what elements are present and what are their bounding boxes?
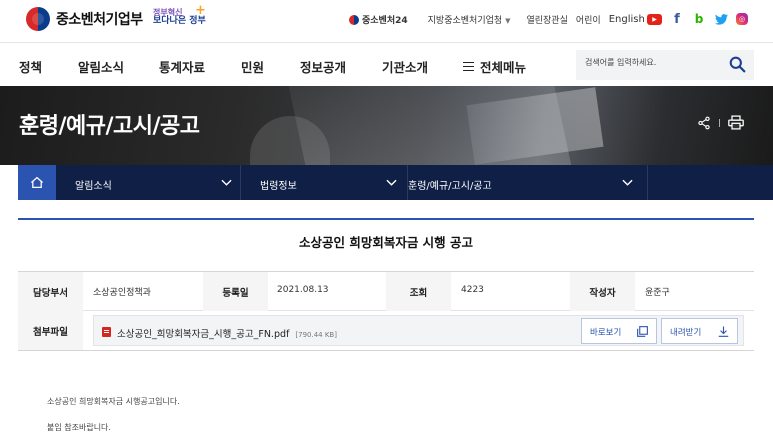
plus-icon: +: [195, 3, 206, 18]
body-paragraph: 소상공인 희망회복자금 시행공고입니다.: [47, 397, 180, 406]
global-navigation: 정책 알림소식 통계자료 민원 정보공개 기관소개 전체메뉴: [0, 42, 773, 86]
attachment-item: 소상공인_희망회복자금_시행_공고_FN.pdf [790.44 KB] 바로보…: [93, 315, 744, 346]
hamburger-icon: [463, 62, 474, 71]
regional-office-dropdown[interactable]: 지방중소벤처기업청 ▼: [428, 13, 511, 26]
chevron-down-icon: [386, 179, 397, 186]
board-top-line: [18, 218, 754, 220]
chevron-down-icon: [622, 179, 633, 186]
home-button[interactable]: [18, 165, 56, 200]
print-icon[interactable]: [728, 115, 744, 130]
dept-value: 소상공인정책과: [93, 288, 151, 298]
home-icon: [30, 176, 44, 189]
breadcrumb-navigation: 알림소식 법령정보 훈령/예규/고시/공고: [18, 165, 773, 200]
body-paragraph: 붙임 참조바랍니다.: [47, 423, 111, 432]
blog-icon[interactable]: b: [692, 12, 706, 26]
gnb-item-statistics[interactable]: 통계자료: [159, 57, 205, 76]
breadcrumb-level1-label: 알림소식: [75, 181, 112, 192]
author-value: 윤준구: [645, 288, 670, 298]
page-title: 훈령/예규/고시/공고: [19, 114, 200, 139]
open-office-link[interactable]: 열린장관실: [526, 13, 567, 26]
breadcrumb-level3-label: 훈령/예규/고시/공고: [408, 181, 492, 192]
date-label: 등록일: [203, 272, 268, 311]
open-window-icon: [637, 326, 648, 337]
caret-down-icon: ▼: [505, 17, 511, 25]
breadcrumb-level2-label: 법령정보: [260, 181, 297, 192]
attachment-label: 첨부파일: [18, 311, 83, 350]
ministry-logo[interactable]: 중소벤처기업부: [26, 7, 143, 31]
views-label: 조회: [386, 272, 451, 311]
share-icon[interactable]: [697, 116, 711, 130]
attachment-file-link[interactable]: 소상공인_희망회복자금_시행_공고_FN.pdf [790.44 KB]: [117, 326, 337, 340]
twitter-icon[interactable]: [714, 12, 728, 26]
tool-separator: [719, 118, 720, 127]
preview-button-label: 바로보기: [590, 328, 622, 338]
youtube-icon[interactable]: ▶: [647, 13, 662, 25]
all-menu-label: 전체메뉴: [480, 60, 527, 75]
breadcrumb-dropdown-level1[interactable]: 알림소식: [56, 165, 241, 200]
breadcrumb-dropdown-level2[interactable]: 법령정보: [241, 165, 408, 200]
english-link[interactable]: English: [609, 14, 645, 25]
brand24-link[interactable]: 중소벤처24: [349, 13, 408, 26]
download-button[interactable]: 내려받기: [661, 318, 738, 344]
taegeuk-small-icon: [349, 14, 359, 25]
government-innovation-slogan[interactable]: 정부혁신 보다나은 정부 +: [153, 3, 206, 26]
breadcrumb-dropdown-level3[interactable]: 훈령/예규/고시/공고: [408, 165, 648, 200]
attachment-row: 첨부파일 소상공인_희망회복자금_시행_공고_FN.pdf [790.44 KB…: [18, 311, 754, 351]
post-meta-row: 담당부서 소상공인정책과 등록일 2021.08.13 조회 4223 작성자 …: [18, 271, 754, 311]
sns-links: ▶ f b ◎: [647, 12, 748, 27]
author-label: 작성자: [570, 272, 635, 311]
regional-label: 지방중소벤처기업청: [427, 16, 503, 26]
gnb-item-civil-petition[interactable]: 민원: [241, 57, 264, 76]
page-visual-banner: 훈령/예규/고시/공고: [0, 86, 773, 165]
gnb-item-news[interactable]: 알림소식: [78, 57, 124, 76]
top-utility-bar: 중소벤처기업부 정부혁신 보다나은 정부 + 중소벤처24 지방중소벤처기업청 …: [0, 0, 773, 42]
download-button-label: 내려받기: [670, 328, 702, 338]
search-icon[interactable]: [729, 56, 746, 73]
gnb-item-about[interactable]: 기관소개: [382, 57, 428, 76]
gnb-item-policy[interactable]: 정책: [19, 57, 42, 76]
views-value: 4223: [461, 285, 484, 295]
search-box: [576, 50, 754, 80]
dept-label: 담당부서: [18, 272, 83, 311]
date-value: 2021.08.13: [277, 285, 329, 295]
taegeuk-emblem-icon: [26, 7, 50, 31]
instagram-icon[interactable]: ◎: [736, 13, 748, 25]
chevron-down-icon: [221, 179, 232, 186]
download-icon: [718, 326, 729, 337]
gnb-item-info-disclosure[interactable]: 정보공개: [300, 57, 346, 76]
attachment-file-name: 소상공인_희망회복자금_시행_공고_FN.pdf: [117, 329, 290, 340]
utility-links: 중소벤처24 지방중소벤처기업청 ▼ 열린장관실 어린이 English: [349, 13, 657, 26]
slogan-line2: 보다나은 정부: [153, 16, 206, 26]
page-tools: [697, 115, 744, 130]
search-input[interactable]: [585, 58, 725, 67]
logo-text: 중소벤처기업부: [56, 12, 143, 28]
pdf-file-icon: [102, 327, 111, 337]
facebook-icon[interactable]: f: [670, 12, 684, 27]
preview-button[interactable]: 바로보기: [581, 318, 657, 344]
brand24-label: 중소벤처24: [362, 16, 408, 26]
all-menu-button[interactable]: 전체메뉴: [463, 57, 526, 76]
post-body: 소상공인 희망회복자금 시행공고입니다. 붙임 참조바랍니다.: [47, 389, 180, 441]
kids-link[interactable]: 어린이: [576, 13, 601, 26]
post-title: 소상공인 희망회복자금 시행 공고: [298, 235, 474, 250]
attachment-file-size: [790.44 KB]: [295, 331, 337, 339]
